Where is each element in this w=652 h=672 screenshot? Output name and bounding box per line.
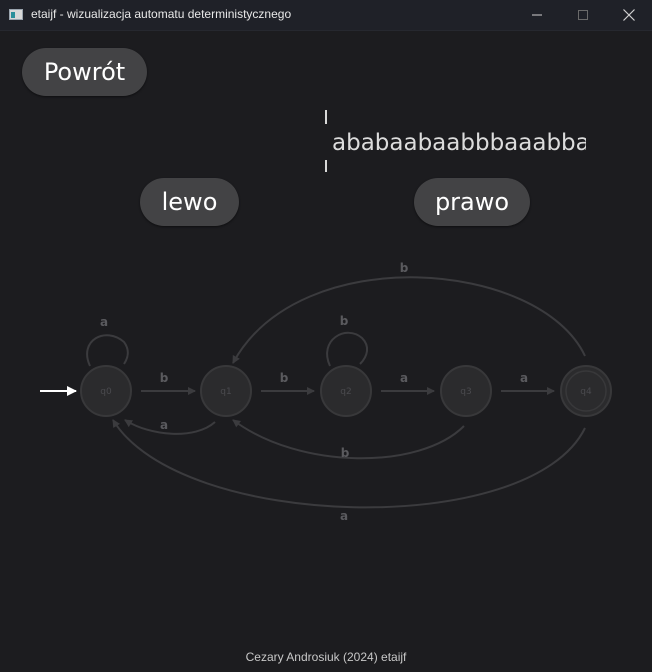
label-q0-q0: a <box>100 315 108 329</box>
edge-q2-q2 <box>326 331 368 367</box>
edge-q1-q0 <box>124 419 216 435</box>
label-q3-q1: b <box>341 446 350 460</box>
label-q1-q0: a <box>160 418 168 432</box>
label-q2-q3: a <box>400 371 408 385</box>
label-q4-q0: a <box>340 509 348 523</box>
state-q0-label: q0 <box>100 387 112 397</box>
automaton-diagram: a b a b b a b a b a q0 q1 q2 q3 q4 <box>40 261 612 523</box>
state-q2-label: q2 <box>340 387 351 397</box>
state-q1-label: q1 <box>220 387 231 397</box>
label-q3-q4: a <box>520 371 528 385</box>
label-q4-q1: b <box>400 261 409 275</box>
state-q4-label: q4 <box>580 387 592 397</box>
label-q0-q1: b <box>160 371 169 385</box>
footer-credit: Cezary Androsiuk (2024) etaijf <box>245 650 407 664</box>
edge-q4-q1 <box>232 276 586 364</box>
label-q1-q2: b <box>280 371 289 385</box>
state-q3-label: q3 <box>460 387 471 397</box>
edge-q0-q0 <box>86 334 129 367</box>
label-q2-q2: b <box>340 314 349 328</box>
